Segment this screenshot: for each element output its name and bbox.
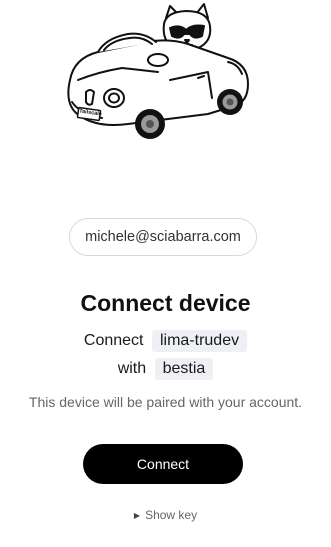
show-key-toggle[interactable]: ▶ Show key bbox=[0, 508, 331, 522]
account-email: michele@sciabarra.com bbox=[85, 229, 241, 245]
tailnet-name-chip: bestia bbox=[154, 358, 214, 380]
car-drawing bbox=[67, 3, 249, 139]
connect-device-line: Connect lima-trudev bbox=[0, 330, 331, 352]
triangle-right-icon: ▶ bbox=[133, 510, 141, 520]
connect-word: Connect bbox=[83, 332, 144, 349]
with-word: with bbox=[117, 360, 147, 377]
account-email-pill: michele@sciabarra.com bbox=[69, 218, 257, 256]
device-name-chip: lima-trudev bbox=[151, 330, 248, 352]
tailnet-line: with bestia bbox=[0, 358, 331, 380]
connect-button[interactable]: Connect bbox=[83, 444, 243, 484]
pairing-note: This device will be paired with your acc… bbox=[28, 394, 303, 410]
show-key-label: Show key bbox=[145, 508, 198, 522]
car-with-dog-illustration: Tailscale bbox=[58, 2, 254, 142]
page-title: Connect device bbox=[80, 290, 251, 316]
